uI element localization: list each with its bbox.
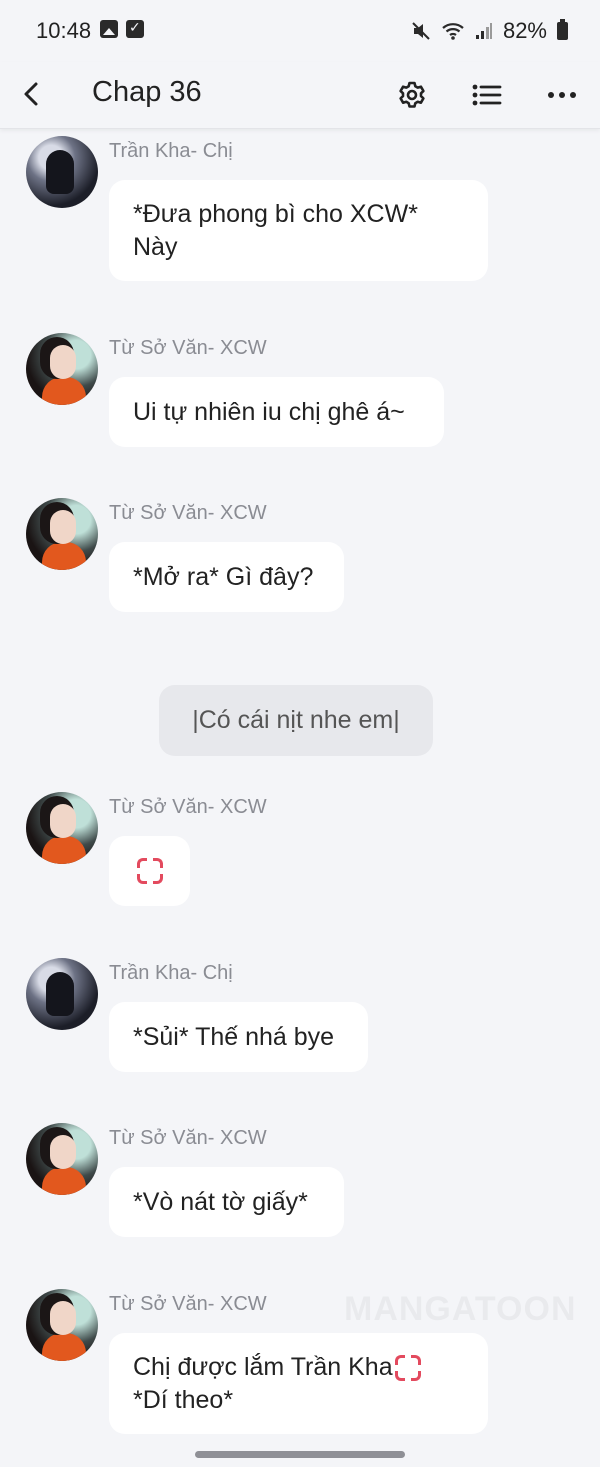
sender-name: Từ Sở Văn- XCW: [109, 796, 267, 818]
message-line: *Dí theo*: [133, 1385, 234, 1414]
signal-icon: [475, 23, 492, 39]
message-bubble: *Đưa phong bì cho XCW* Này: [109, 180, 488, 281]
avatar-tu-so-van[interactable]: [26, 498, 98, 570]
gear-icon: [399, 81, 425, 108]
avatar-tran-kha[interactable]: [26, 958, 98, 1030]
more-options-button[interactable]: [539, 72, 585, 118]
back-button[interactable]: [14, 74, 54, 114]
message-line: *Vò nát tờ giấy*: [133, 1187, 308, 1216]
sender-name: Trần Kha- Chị: [109, 962, 233, 984]
avatar-tu-so-van[interactable]: [26, 1289, 98, 1361]
message-line: Này: [133, 232, 178, 261]
message-line: Ui tự nhiên iu chị ghê á~: [133, 397, 405, 426]
home-indicator[interactable]: [195, 1451, 405, 1458]
gallery-notification-icon: [100, 20, 118, 38]
avatar-tran-kha[interactable]: [26, 136, 98, 208]
list-icon: [472, 84, 502, 106]
avatar-tu-so-van[interactable]: [26, 333, 98, 405]
settings-button[interactable]: [389, 72, 435, 118]
sender-name: Từ Sở Văn- XCW: [109, 502, 267, 524]
message-line: *Sủi* Thế nhá bye: [133, 1022, 335, 1051]
back-arrow-icon: [24, 82, 38, 106]
message-line: *Đưa phong bì cho XCW*: [133, 199, 418, 228]
sender-name: Trần Kha- Chị: [109, 140, 233, 162]
app-header: Chap 36: [0, 62, 600, 129]
message-bubble: *Sủi* Thế nhá bye: [109, 1002, 368, 1072]
system-status: 82%: [411, 18, 568, 44]
anger-emoji-icon: [136, 858, 163, 884]
sender-name: Từ Sở Văn- XCW: [109, 1293, 267, 1315]
status-time: 10:48: [36, 18, 92, 43]
message-line-with-emoji: Chị được lắm Trần Kha: [133, 1351, 464, 1384]
mangatoon-watermark: MANGATOON: [344, 1290, 577, 1329]
message-line: *Mở ra* Gì đây?: [133, 562, 314, 591]
sender-name: Từ Sở Văn- XCW: [109, 1127, 267, 1149]
chapter-title: Chap 36: [92, 76, 202, 108]
battery-icon: [557, 19, 568, 40]
wifi-icon: [442, 23, 464, 40]
notification-icons: [100, 19, 144, 38]
sender-name: Từ Sở Văn- XCW: [109, 337, 267, 359]
avatar-tu-so-van[interactable]: [26, 792, 98, 864]
avatar-tu-so-van[interactable]: [26, 1123, 98, 1195]
chapter-list-button[interactable]: [464, 72, 510, 118]
narration-bubble: |Có cái nịt nhe em|: [159, 685, 433, 756]
message-bubble: [109, 836, 190, 906]
message-bubble: Chị được lắm Trần Kha *Dí theo*: [109, 1333, 488, 1434]
message-line: Chị được lắm Trần Kha: [133, 1352, 393, 1381]
message-bubble: *Mở ra* Gì đây?: [109, 542, 344, 612]
status-bar: 10:48 82%: [0, 0, 600, 62]
battery-percent: 82%: [502, 18, 547, 43]
anger-emoji-icon: [394, 1354, 421, 1381]
message-bubble: Ui tự nhiên iu chị ghê á~: [109, 377, 444, 447]
message-bubble: *Vò nát tờ giấy*: [109, 1167, 344, 1237]
more-icon: [548, 92, 576, 98]
mute-icon: [412, 22, 430, 40]
task-notification-icon: [126, 19, 144, 38]
